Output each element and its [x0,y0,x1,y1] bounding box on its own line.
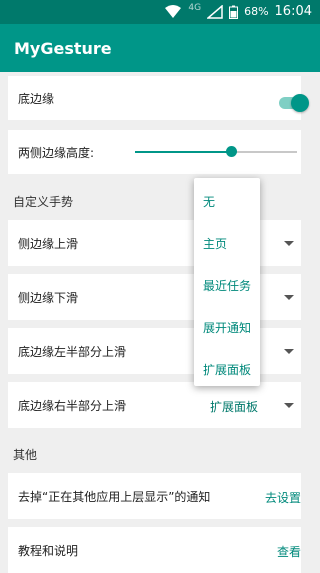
bottom-edge-label: 底边缘 [18,91,55,106]
tutorial-label: 教程和说明 [18,543,79,558]
status-icons: 4G 68% 16:04 [164,2,312,19]
overlay-notification-setting[interactable]: 去掉“正在其他应用上层显示”的通知 去设置 [8,473,301,519]
gesture-bottom-right-swipe-up[interactable]: 底边缘右半部分上滑 扩展面板 [8,382,301,428]
other-section-title: 其他 [13,448,38,462]
dropdown-arrow-icon[interactable] [284,403,294,408]
gesture-label: 底边缘左半部分上滑 [18,344,127,359]
app-bar: MyGesture [0,24,320,72]
dropdown-arrow-icon[interactable] [284,241,294,246]
signal-icon [207,4,223,19]
status-bar: 4G 68% 16:04 [0,0,320,24]
gesture-value: 扩展面板 [210,400,259,414]
clock: 16:04 [274,4,312,19]
side-edge-height-label: 两侧边缘高度: [18,145,95,160]
wifi-icon [165,4,182,18]
side-edge-height-slider-thumb[interactable] [226,146,237,157]
view-tutorial-link[interactable]: 查看 [277,543,301,560]
dropdown-arrow-icon[interactable] [284,349,294,354]
bottom-edge-setting[interactable]: 底边缘 [8,76,309,120]
tutorial-setting[interactable]: 教程和说明 查看 [8,527,301,573]
gesture-action-popup-menu: 无 主页 最近任务 展开通知 扩展面板 [194,178,260,386]
custom-gestures-section-title: 自定义手势 [13,195,74,209]
app-title: MyGesture [14,38,112,58]
battery-icon [229,5,239,19]
overlay-notification-label: 去掉“正在其他应用上层显示”的通知 [18,489,211,504]
gesture-label: 侧边缘下滑 [18,290,79,305]
gesture-label: 底边缘右半部分上滑 [18,398,127,413]
menu-option-notifications[interactable]: 展开通知 [203,319,251,336]
menu-option-expand-panel[interactable]: 扩展面板 [203,361,251,378]
dropdown-arrow-icon[interactable] [284,295,294,300]
menu-option-home[interactable]: 主页 [203,235,227,252]
go-settings-link[interactable]: 去设置 [265,489,301,506]
bottom-edge-toggle[interactable] [291,94,309,112]
battery-percentage: 68% [244,5,269,18]
menu-option-recents[interactable]: 最近任务 [203,277,251,294]
menu-option-none[interactable]: 无 [203,193,215,210]
network-type: 4G [188,2,202,13]
side-edge-height-setting: 两侧边缘高度: [8,130,301,174]
side-edge-height-slider-fill [135,151,231,153]
gesture-label: 侧边缘上滑 [18,236,79,251]
